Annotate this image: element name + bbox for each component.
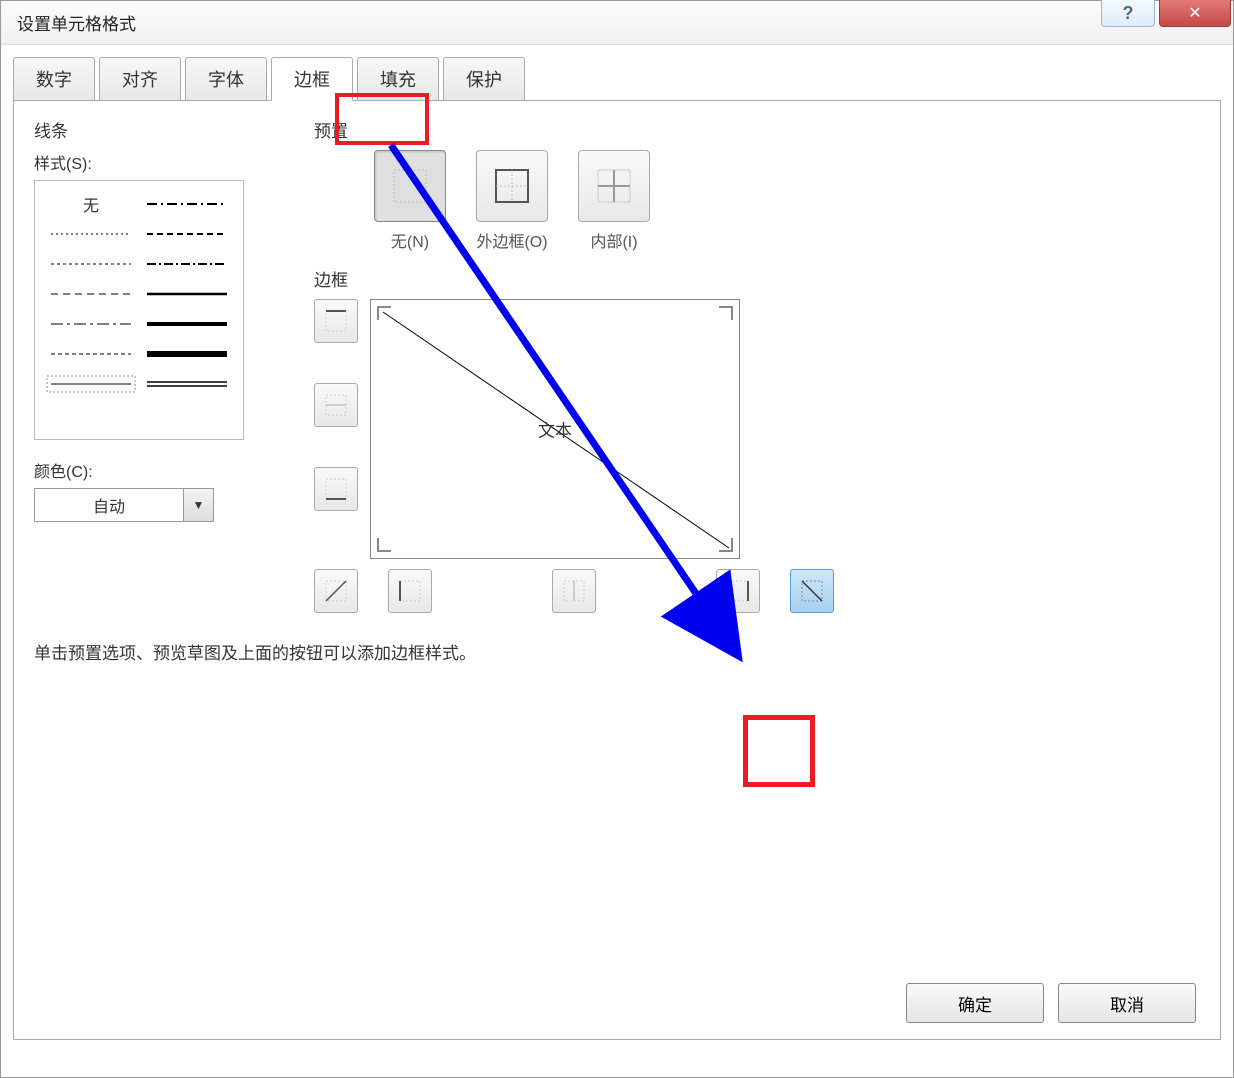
window-title: 设置单元格格式 (17, 10, 136, 35)
tab-number[interactable]: 数字 (13, 57, 95, 101)
annotation-diagonal-highlight (743, 715, 815, 787)
tab-alignment[interactable]: 对齐 (99, 57, 181, 101)
help-button[interactable]: ? (1101, 0, 1155, 27)
border-top-button[interactable] (314, 299, 358, 343)
diagonal-up-icon (323, 578, 349, 604)
format-cells-dialog: 设置单元格格式 ? ✕ 数字 对齐 字体 边框 填充 保护 线条 样式(S): (0, 0, 1234, 1078)
line-style-dashed[interactable] (43, 279, 139, 309)
titlebar-controls: ? ✕ (1101, 1, 1233, 44)
border-middle-h-button[interactable] (314, 383, 358, 427)
tab-font[interactable]: 字体 (185, 57, 267, 101)
preset-inside-label: 内部(I) (578, 228, 650, 252)
border-middle-h-icon (323, 392, 349, 418)
color-selected-text: 自动 (35, 493, 183, 517)
line-style-dash-med[interactable] (139, 219, 235, 249)
preset-inside-button[interactable] (578, 150, 650, 222)
dialog-footer: 确定 取消 (906, 983, 1196, 1023)
line-style-dashdot3[interactable] (43, 309, 139, 339)
presets-group-label: 预置 (314, 117, 1200, 142)
border-diagonal-up-button[interactable] (314, 569, 358, 613)
border-top-icon (323, 308, 349, 334)
style-label: 样式(S): (34, 150, 294, 174)
ok-button[interactable]: 确定 (906, 983, 1044, 1023)
cancel-button[interactable]: 取消 (1058, 983, 1196, 1023)
help-icon: ? (1123, 3, 1134, 24)
line-style-dash2[interactable] (43, 339, 139, 369)
line-style-solid-med[interactable] (139, 279, 235, 309)
preset-none-icon (390, 166, 430, 206)
close-icon: ✕ (1188, 3, 1201, 23)
tab-strip: 数字 对齐 字体 边框 填充 保护 (13, 57, 1221, 101)
border-diagonal-down-button[interactable] (790, 569, 834, 613)
preset-none-button[interactable] (374, 150, 446, 222)
line-styles-listbox[interactable]: 无 (34, 180, 244, 440)
border-middle-v-button[interactable] (552, 569, 596, 613)
line-style-none[interactable]: 无 (83, 192, 99, 216)
color-dropdown[interactable]: 自动 ▼ (34, 488, 214, 522)
preset-outline-icon (492, 166, 532, 206)
border-left-button[interactable] (388, 569, 432, 613)
border-preview[interactable]: 文本 (370, 299, 740, 559)
tab-border[interactable]: 边框 (271, 57, 353, 101)
hint-text: 单击预置选项、预览草图及上面的按钮可以添加边框样式。 (34, 639, 1200, 664)
line-style-solid-selected[interactable] (43, 369, 139, 399)
border-right-button[interactable] (716, 569, 760, 613)
close-button[interactable]: ✕ (1159, 0, 1231, 27)
tab-content-border: 线条 样式(S): 无 (13, 100, 1221, 1040)
chevron-down-icon: ▼ (183, 489, 213, 521)
line-style-double[interactable] (139, 369, 235, 399)
preview-text: 文本 (538, 417, 572, 442)
dialog-body: 数字 对齐 字体 边框 填充 保护 线条 样式(S): 无 (1, 45, 1233, 1052)
border-right-icon (725, 578, 751, 604)
line-style-dashdot-thick[interactable] (139, 189, 235, 219)
border-bottom-button[interactable] (314, 467, 358, 511)
line-style-dotted[interactable] (43, 219, 139, 249)
border-bottom-icon (323, 476, 349, 502)
border-group-label: 边框 (314, 266, 1200, 291)
diagonal-down-icon (799, 578, 825, 604)
titlebar: 设置单元格格式 ? ✕ (1, 1, 1233, 45)
lines-group-label: 线条 (34, 117, 294, 142)
tab-fill[interactable]: 填充 (357, 57, 439, 101)
color-label: 颜色(C): (34, 458, 294, 482)
border-left-icon (397, 578, 423, 604)
line-style-solid-thick[interactable] (139, 309, 235, 339)
line-style-dotted2[interactable] (43, 249, 139, 279)
preset-outline-label: 外边框(O) (476, 228, 548, 252)
line-style-heavy[interactable] (139, 339, 235, 369)
preset-inside-icon (594, 166, 634, 206)
border-middle-v-icon (561, 578, 587, 604)
line-style-dashdot2[interactable] (139, 249, 235, 279)
tab-protection[interactable]: 保护 (443, 57, 525, 101)
preset-none-label: 无(N) (374, 228, 446, 252)
preset-outline-button[interactable] (476, 150, 548, 222)
